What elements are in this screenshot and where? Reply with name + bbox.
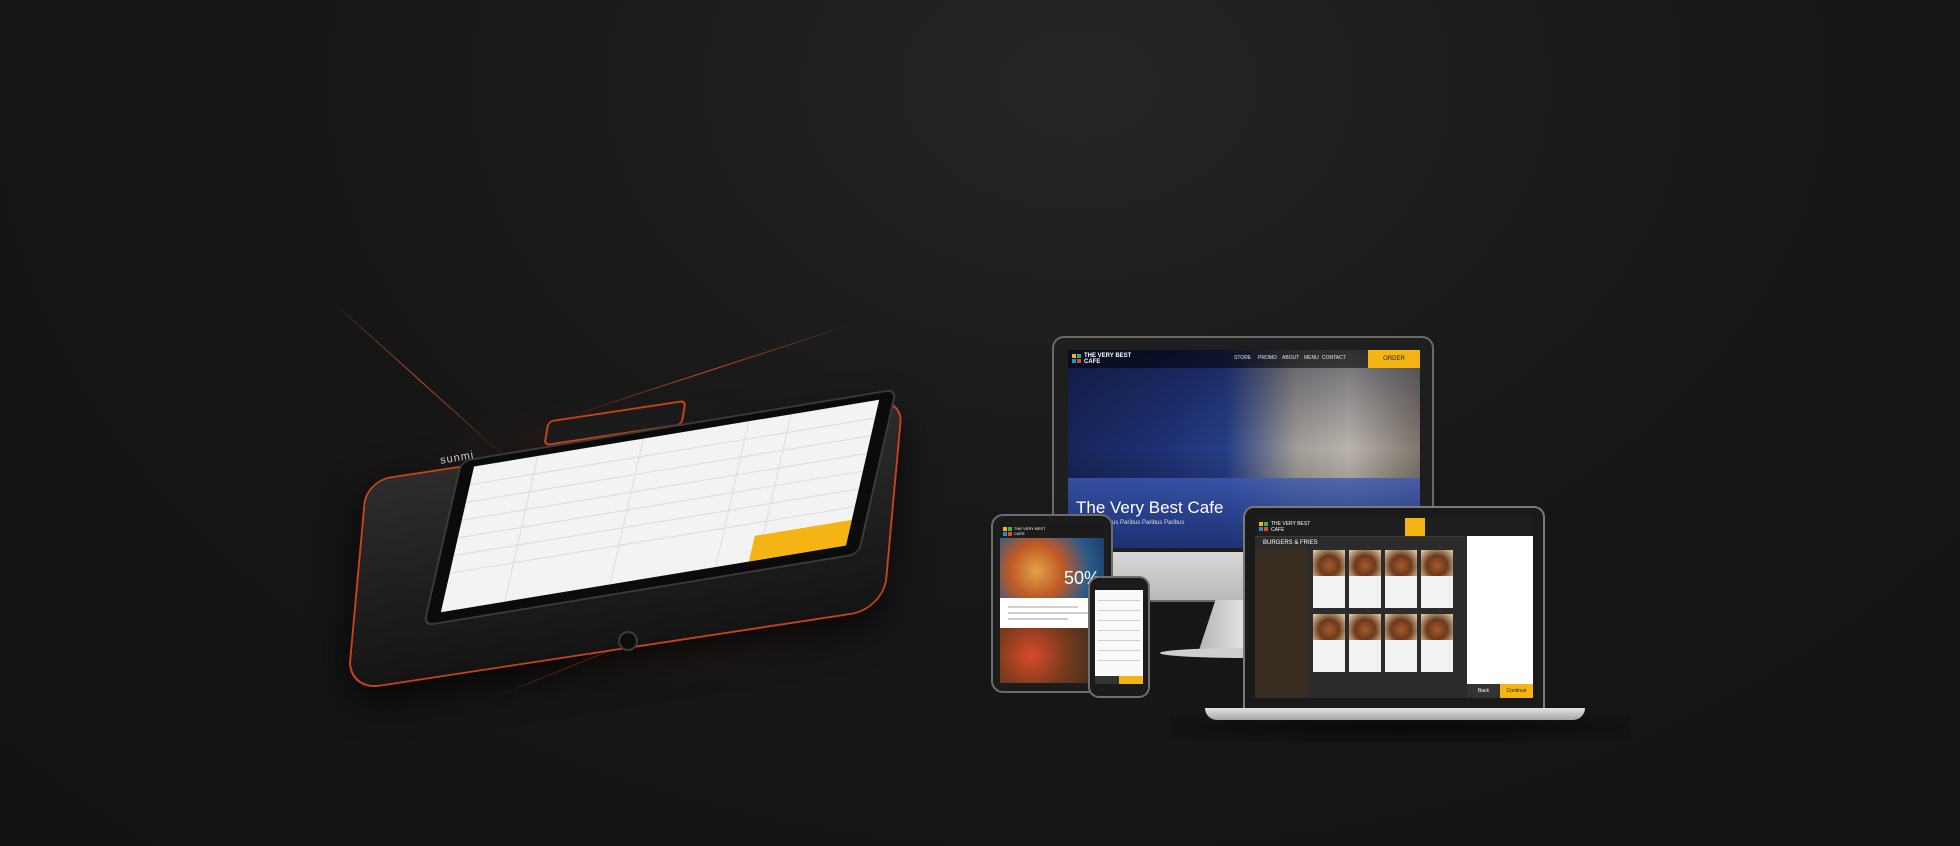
laptop-category-panel [1255, 548, 1307, 698]
hero-title: The Very Best Cafe [1076, 498, 1224, 517]
laptop-cart-panel: Back Continue [1467, 536, 1533, 698]
menu-item-card[interactable] [1385, 614, 1417, 672]
laptop-logo-text: THE VERY BEST CAFE [1271, 521, 1311, 533]
pos-power-button[interactable] [620, 633, 636, 649]
cart-back-button[interactable]: Back [1467, 684, 1500, 698]
phone-screen [1095, 590, 1143, 684]
tablet-text-line [1008, 606, 1078, 608]
menu-item-card[interactable] [1421, 550, 1453, 608]
phone-continue-button[interactable] [1119, 676, 1143, 684]
menu-item-card[interactable] [1349, 550, 1381, 608]
laptop-base [1205, 708, 1585, 720]
nav-store[interactable]: STORE [1234, 355, 1251, 361]
menu-item-card[interactable] [1421, 614, 1453, 672]
laptop-screen: THE VERY BEST CAFE BURGERS & FRIES Back … [1255, 518, 1533, 698]
nav-contact[interactable]: CONTACT [1322, 355, 1346, 361]
order-button[interactable]: ORDER [1368, 350, 1420, 368]
tablet-food-image [1000, 628, 1104, 683]
menu-item-card[interactable] [1313, 614, 1345, 672]
laptop-section-title: BURGERS & FRIES [1263, 540, 1318, 546]
cafe-logo-icon [1072, 354, 1081, 363]
laptop-header: THE VERY BEST CAFE [1255, 518, 1533, 537]
laptop-header-accent[interactable] [1405, 518, 1425, 536]
website-navbar: THE VERY BEST CAFE STORE PROMO ABOUT MEN… [1068, 350, 1420, 368]
nav-promo[interactable]: PROMO [1258, 355, 1277, 361]
nav-menu[interactable]: MENU [1304, 355, 1319, 361]
cafe-logo-icon [1003, 527, 1012, 536]
cafe-logo-text: THE VERY BEST CAFE [1084, 353, 1132, 365]
menu-item-card[interactable] [1349, 614, 1381, 672]
menu-item-card[interactable] [1385, 550, 1417, 608]
tablet-text-line [1008, 618, 1068, 620]
tablet-screen: THE VERY BEST CAFE 50% [1000, 524, 1104, 683]
menu-item-card[interactable] [1313, 550, 1345, 608]
tablet-logo-text: THE VERY BEST CAFE [1014, 526, 1046, 536]
nav-about[interactable]: ABOUT [1282, 355, 1299, 361]
cart-continue-button[interactable]: Continue [1500, 684, 1533, 698]
phone-back-button[interactable] [1095, 676, 1119, 684]
tablet-text-line [1008, 612, 1094, 614]
cafe-logo-icon [1259, 522, 1268, 531]
tablet-header: THE VERY BEST CAFE [1000, 524, 1104, 538]
